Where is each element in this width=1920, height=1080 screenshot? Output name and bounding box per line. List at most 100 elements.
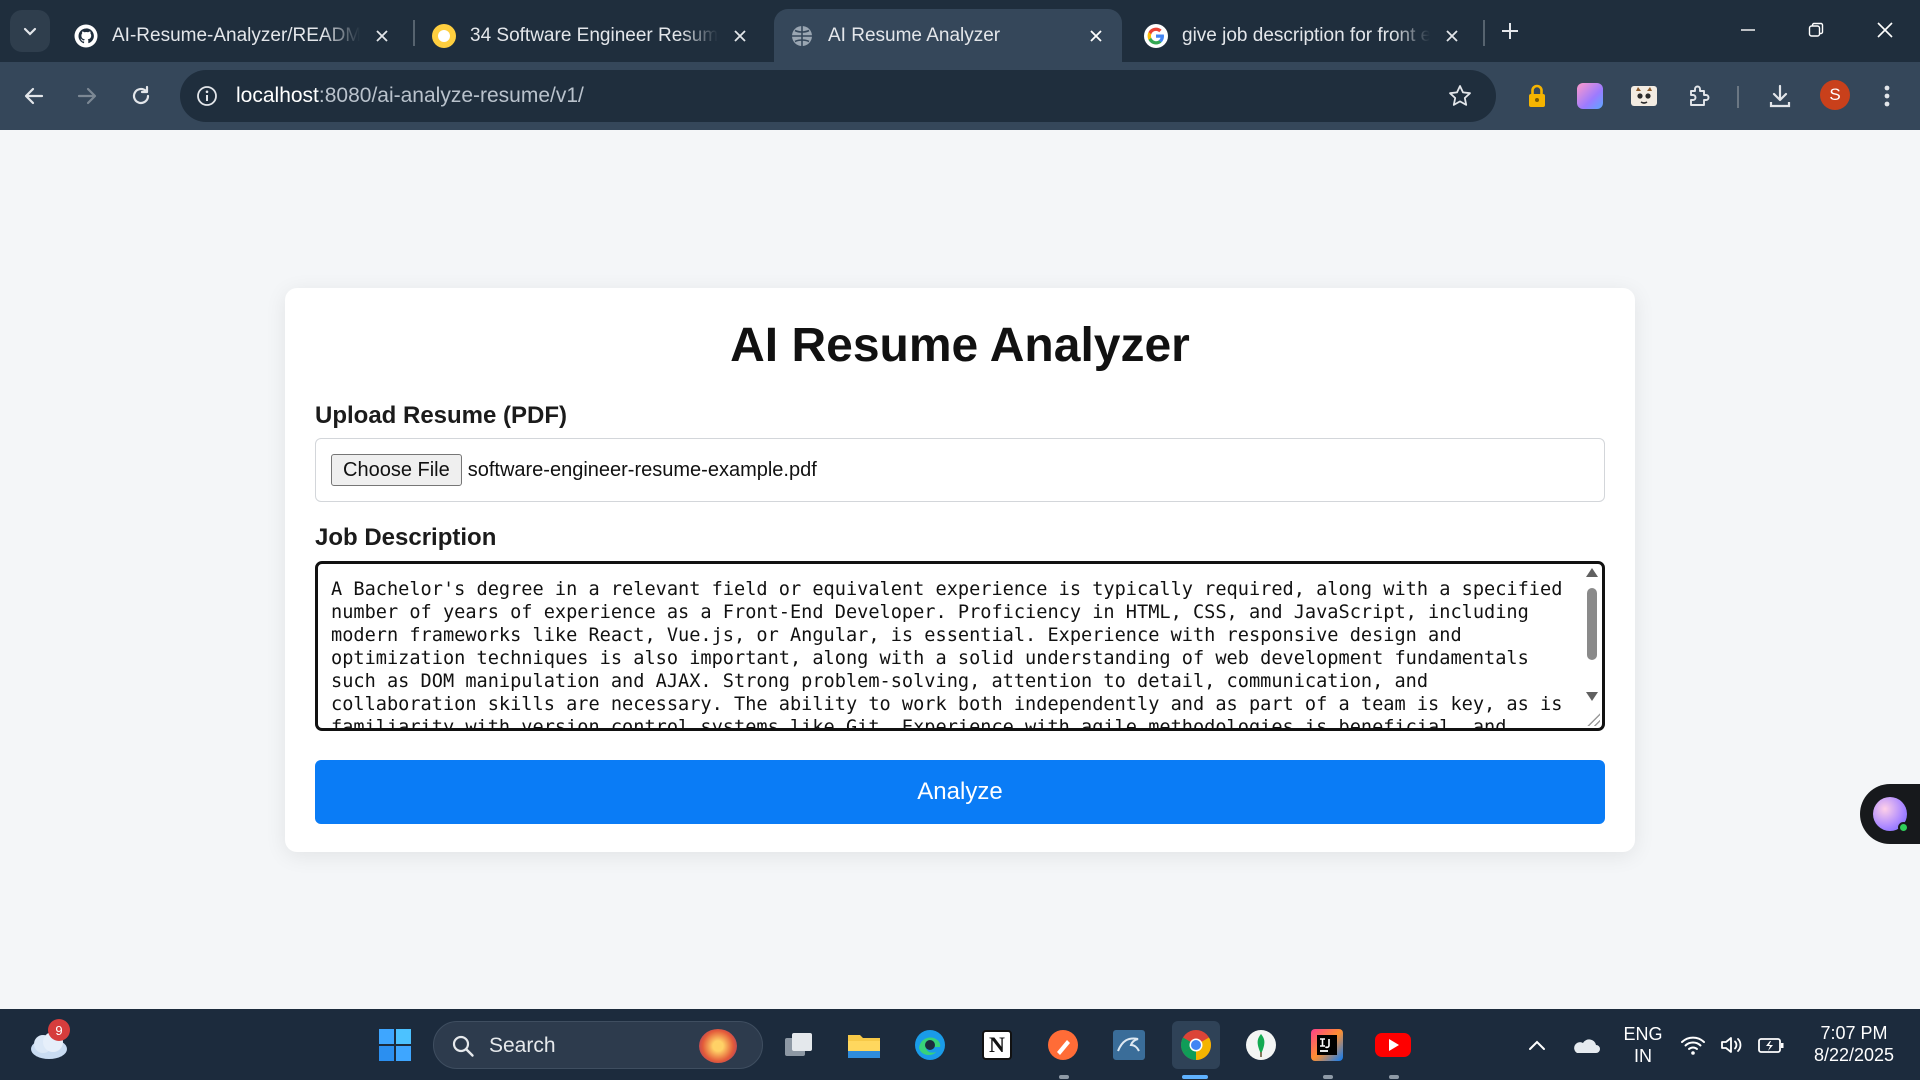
search-label: Search — [489, 1034, 556, 1057]
reload-button[interactable] — [121, 76, 161, 116]
clock-time: 7:07 PM — [1820, 1023, 1888, 1043]
app-running-indicator — [1323, 1075, 1333, 1079]
tab-title: 34 Software Engineer Resume Examples — [470, 24, 718, 46]
profile-avatar[interactable]: S — [1820, 80, 1850, 110]
cat-extension-icon[interactable] — [1628, 80, 1660, 112]
onedrive-icon[interactable] — [1564, 1024, 1606, 1066]
tab-title: AI Resume Analyzer — [828, 24, 1001, 46]
edge-icon[interactable] — [909, 1024, 951, 1066]
file-explorer-icon[interactable] — [843, 1024, 885, 1066]
kebab-menu-icon[interactable] — [1871, 80, 1903, 112]
upload-label: Upload Resume (PDF) — [315, 402, 568, 429]
mysql-workbench-icon[interactable] — [1108, 1024, 1150, 1066]
choose-file-button[interactable]: Choose File — [331, 454, 462, 486]
tab-github-readme[interactable]: AI-Resume-Analyzer/README.md at main — [58, 9, 408, 62]
youtube-icon[interactable] — [1372, 1024, 1414, 1066]
scroll-down-icon[interactable] — [1586, 692, 1598, 701]
battery-charging-icon[interactable] — [1754, 1024, 1788, 1066]
volume-icon[interactable] — [1715, 1024, 1749, 1066]
google-icon — [1144, 23, 1168, 48]
arrow-left-icon — [24, 87, 44, 105]
browser-toolbar: localhost:8080/ai-analyze-resume/v1/ S — [0, 62, 1920, 130]
notification-badge: 9 — [48, 1019, 70, 1041]
online-status-dot — [1898, 822, 1909, 833]
analyzer-card: AI Resume Analyzer Upload Resume (PDF) C… — [285, 288, 1635, 852]
mongodb-compass-icon[interactable] — [1240, 1024, 1282, 1066]
tab-separator — [1483, 20, 1485, 46]
arrow-right-icon — [77, 87, 97, 105]
github-icon — [74, 24, 98, 48]
ai-assistant-extension-icon[interactable] — [1574, 80, 1606, 112]
weather-widget[interactable]: 9 — [26, 1019, 70, 1063]
intellij-icon[interactable] — [1306, 1024, 1348, 1066]
toolbar-separator — [1737, 86, 1739, 108]
globe-icon — [790, 24, 814, 48]
notion-icon[interactable]: N — [976, 1024, 1018, 1066]
chevron-down-icon — [23, 27, 37, 36]
language-code: ENG — [1623, 1024, 1663, 1044]
forward-button[interactable] — [67, 76, 107, 116]
job-description-textarea[interactable]: A Bachelor's degree in a relevant field … — [315, 561, 1605, 731]
tab-ai-resume-analyzer[interactable]: AI Resume Analyzer — [774, 9, 1122, 62]
analyze-button[interactable]: Analyze — [315, 760, 1605, 824]
selected-file-name: software-engineer-resume-example.pdf — [467, 458, 817, 481]
address-bar[interactable]: localhost:8080/ai-analyze-resume/v1/ — [180, 70, 1496, 122]
taskbar-search-box[interactable]: Search — [433, 1021, 763, 1069]
textarea-scrollbar[interactable] — [1584, 568, 1600, 726]
search-icon — [452, 1035, 474, 1057]
plus-icon — [1502, 23, 1518, 39]
page-title: AI Resume Analyzer — [730, 319, 1190, 372]
tab-search-button[interactable] — [10, 10, 50, 52]
tab-close-icon[interactable] — [728, 24, 752, 48]
minimize-button[interactable] — [1726, 10, 1770, 50]
task-view-icon[interactable] — [778, 1024, 820, 1066]
language-indicator[interactable]: ENG IN — [1614, 1023, 1672, 1067]
restore-button[interactable] — [1794, 10, 1838, 50]
resize-handle-icon[interactable] — [1586, 712, 1600, 726]
tab-close-icon[interactable] — [1084, 24, 1108, 48]
app-running-indicator — [1389, 1075, 1399, 1079]
tab-separator — [413, 20, 415, 46]
tab-close-icon[interactable] — [1440, 24, 1464, 48]
assistant-orb-icon — [1873, 797, 1909, 833]
site-info-icon[interactable] — [194, 83, 220, 109]
password-manager-extension-icon[interactable] — [1521, 80, 1553, 112]
postman-icon[interactable] — [1042, 1024, 1084, 1066]
new-tab-button[interactable] — [1492, 13, 1528, 49]
tab-resume-examples[interactable]: 34 Software Engineer Resume Examples — [416, 9, 766, 62]
back-button[interactable] — [14, 76, 54, 116]
browser-tab-bar: AI-Resume-Analyzer/README.md at main 34 … — [0, 0, 1920, 62]
scroll-thumb[interactable] — [1587, 588, 1597, 660]
job-description-text: A Bachelor's degree in a relevant field … — [331, 579, 1563, 731]
extensions-puzzle-icon[interactable] — [1683, 80, 1715, 112]
tab-title: AI-Resume-Analyzer/README.md at main — [112, 24, 360, 46]
reload-icon — [132, 85, 150, 105]
job-description-label: Job Description — [315, 524, 497, 551]
close-window-button[interactable] — [1863, 10, 1907, 50]
tray-overflow-chevron-icon[interactable] — [1516, 1024, 1558, 1066]
floating-assistant-widget[interactable] — [1860, 784, 1920, 844]
bookmark-star-icon[interactable] — [1446, 82, 1474, 110]
url-text: localhost:8080/ai-analyze-resume/v1/ — [236, 84, 584, 107]
close-icon — [1877, 22, 1893, 38]
tab-google-search[interactable]: give job description for front end devel… — [1128, 9, 1478, 62]
windows-start-icon[interactable] — [374, 1024, 416, 1066]
page-viewport: AI Resume Analyzer Upload Resume (PDF) C… — [0, 130, 1920, 1009]
tab-close-icon[interactable] — [370, 24, 394, 48]
scroll-up-icon[interactable] — [1586, 568, 1598, 577]
region-code: IN — [1634, 1046, 1652, 1066]
app-active-indicator — [1182, 1075, 1208, 1079]
wifi-icon[interactable] — [1676, 1024, 1710, 1066]
beamjobs-icon — [432, 23, 456, 48]
search-highlight-icon — [699, 1029, 737, 1063]
app-running-indicator — [1059, 1075, 1069, 1079]
downloads-icon[interactable] — [1764, 80, 1796, 112]
windows-taskbar: 9 Search N ENG IN 7:07 PM 8/22/2025 — [0, 1009, 1920, 1080]
chrome-icon[interactable] — [1172, 1021, 1220, 1069]
tab-title: give job description for front end devel… — [1182, 24, 1430, 46]
resume-file-input[interactable]: Choose File software-engineer-resume-exa… — [315, 438, 1605, 502]
minimize-icon — [1741, 29, 1755, 31]
restore-icon — [1808, 22, 1824, 37]
clock-date: 8/22/2025 — [1813, 1045, 1895, 1065]
clock[interactable]: 7:07 PM 8/22/2025 — [1792, 1022, 1916, 1066]
